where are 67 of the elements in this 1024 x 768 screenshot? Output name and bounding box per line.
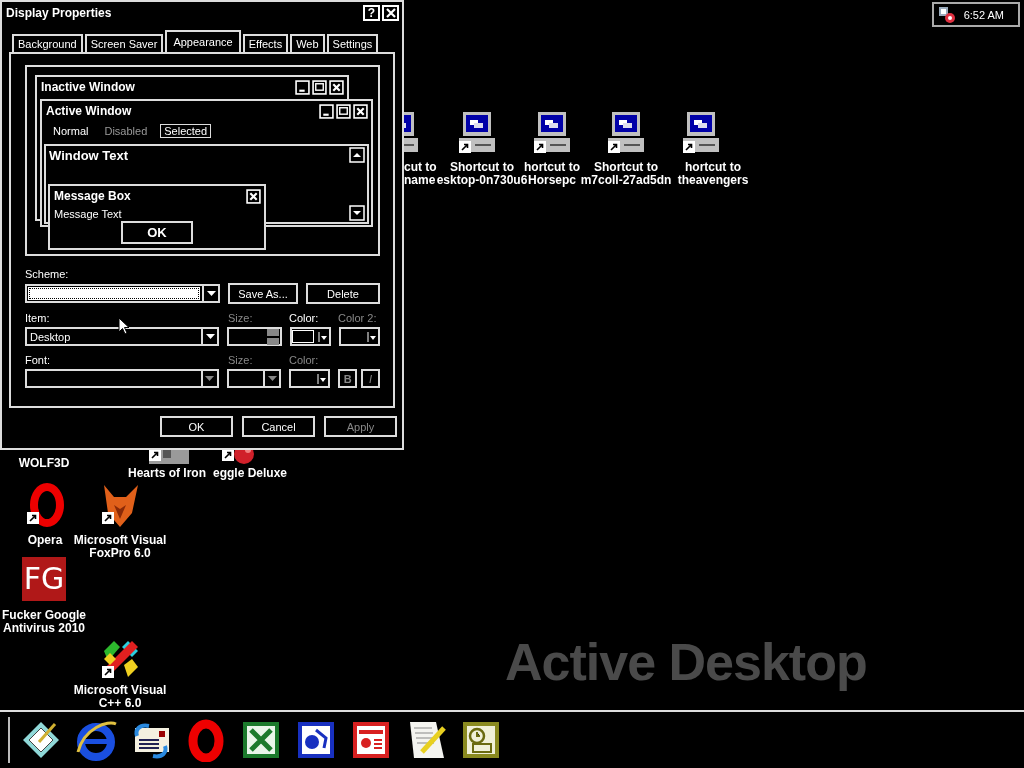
scheme-dropdown[interactable]	[25, 284, 220, 303]
size-dropdown[interactable]	[226, 369, 282, 388]
tray-icon[interactable]	[937, 5, 956, 24]
item-dropdown[interactable]: Desktop	[25, 327, 220, 346]
field-label: Color 2:	[338, 312, 377, 325]
message-text: Message Text	[54, 208, 123, 220]
color-picker[interactable]	[339, 327, 380, 346]
spinner-arrows-icon	[267, 328, 280, 345]
shortcut-label[interactable]: cut to name	[404, 161, 437, 187]
close-icon	[353, 103, 368, 119]
caret-icon	[367, 330, 376, 343]
cursor-icon	[118, 317, 130, 335]
close-icon	[329, 79, 344, 95]
caret-icon	[318, 330, 328, 343]
color-picker[interactable]	[289, 369, 331, 388]
window-title: Active Window	[46, 104, 132, 118]
save-as-button[interactable]: Save As...	[228, 283, 298, 304]
shortcut-label[interactable]: hortcut to theavengers	[677, 161, 749, 187]
menu-item: Disabled	[103, 125, 149, 137]
caret-icon	[317, 372, 327, 385]
field-label: Color:	[289, 354, 320, 367]
color-picker[interactable]	[290, 327, 332, 346]
shortcut-label[interactable]: Hearts of Iron	[128, 467, 206, 480]
brand-text: Active Desktop	[505, 632, 867, 692]
shortcut-label[interactable]: Microsoft Visual C++ 6.0	[73, 684, 167, 710]
shortcut-label[interactable]: Fucker Google Antivirus 2010	[2, 609, 86, 635]
maximize-icon	[336, 103, 351, 119]
shortcut-label[interactable]: eggle Deluxe	[213, 467, 287, 480]
minimize-icon	[319, 103, 334, 119]
help-button[interactable]: ?	[363, 5, 380, 21]
field-label: Size:	[228, 312, 254, 325]
tab[interactable]: Background	[12, 34, 83, 52]
shortcut-label[interactable]: Shortcut to m7coll-27ad5dn	[580, 161, 672, 187]
caret-icon	[267, 376, 277, 381]
window-title: Inactive Window	[41, 80, 135, 94]
caret-icon	[205, 334, 215, 339]
dialog-button[interactable]: Cancel	[242, 416, 315, 437]
window-title: Display Properties	[6, 6, 112, 20]
field-label: Color:	[289, 312, 320, 325]
app-logo[interactable]: FG	[22, 557, 66, 601]
size-spinner[interactable]	[227, 327, 283, 346]
field-label: Size:	[228, 354, 254, 367]
tab[interactable]: Web	[290, 34, 325, 52]
field-label: Item:	[25, 312, 51, 325]
tab[interactable]: Screen Saver	[84, 34, 164, 52]
tab[interactable]: Appearance	[165, 30, 241, 52]
close-icon	[246, 188, 261, 204]
field-label: Font:	[25, 354, 52, 367]
field-label: Scheme:	[25, 268, 69, 281]
shortcut-label[interactable]: Microsoft Visual FoxPro 6.0	[73, 534, 167, 560]
minimize-icon	[295, 79, 310, 95]
caret-icon	[205, 376, 215, 381]
window-text: Window Text	[49, 148, 129, 163]
tab[interactable]: Settings	[326, 34, 379, 52]
dialog-button[interactable]: OK	[160, 416, 233, 437]
tab[interactable]: Effects	[242, 34, 289, 52]
scroll-down-icon	[349, 205, 365, 221]
shortcut-label[interactable]: WOLF3D	[18, 457, 70, 470]
close-button[interactable]	[382, 5, 399, 21]
shortcut-label[interactable]: Opera	[27, 534, 63, 547]
window-title: Message Box	[54, 189, 131, 203]
caret-icon	[206, 291, 216, 296]
delete-button[interactable]: Delete	[306, 283, 380, 304]
clock-text: 6:52 AM	[963, 8, 1004, 21]
scroll-up-icon	[349, 147, 365, 163]
ok-button-preview: OK	[121, 221, 193, 244]
maximize-icon	[312, 79, 327, 95]
